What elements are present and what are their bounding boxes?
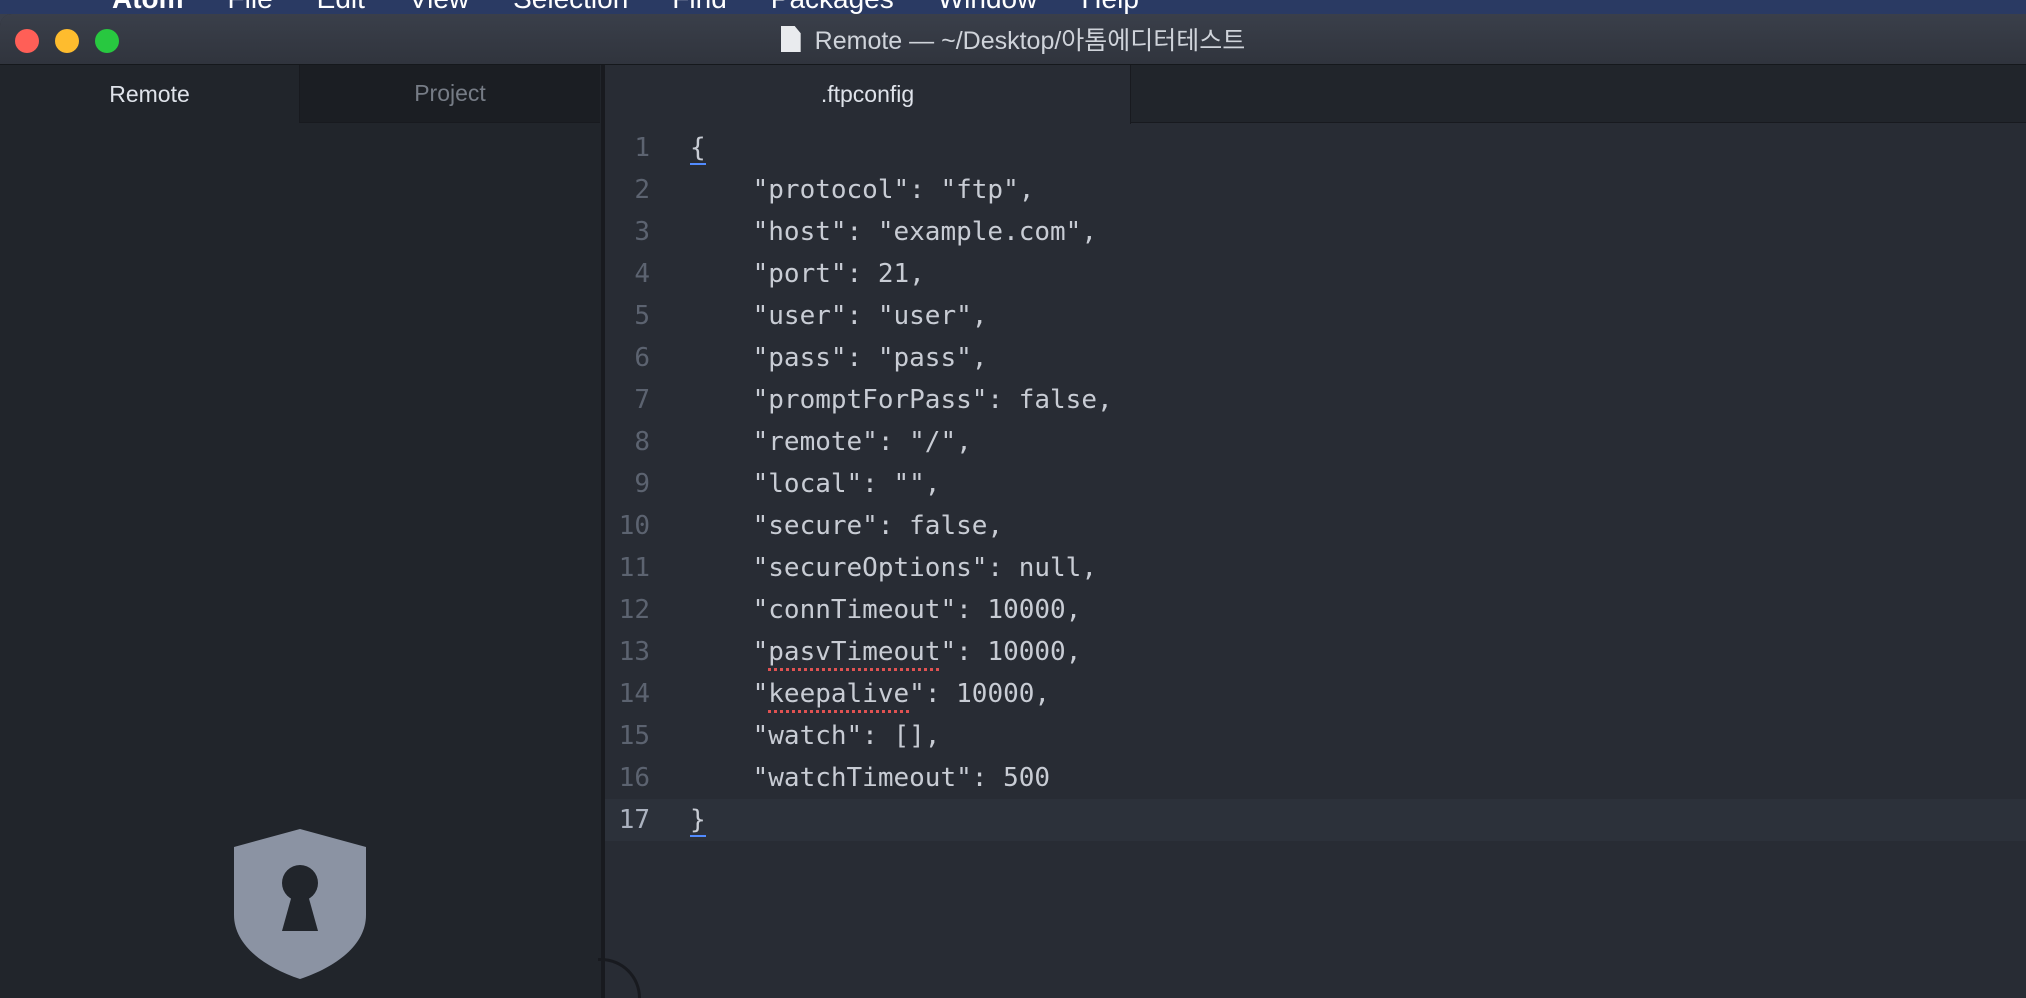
menu-file[interactable]: File <box>228 0 273 14</box>
code-line[interactable]: 12 "connTimeout": 10000, <box>605 589 2026 631</box>
line-text: "secure": false, <box>690 511 1004 541</box>
line-number: 1 <box>634 133 650 163</box>
document-icon <box>780 26 801 52</box>
tab-project[interactable]: Project <box>300 65 600 123</box>
code-line[interactable]: 5 "user": "user", <box>605 295 2026 337</box>
line-text: "promptForPass": false, <box>690 385 1113 415</box>
line-number: 15 <box>618 721 650 751</box>
code-line[interactable]: 2 "protocol": "ftp", <box>605 169 2026 211</box>
menu-find[interactable]: Find <box>672 0 726 14</box>
line-number: 4 <box>634 259 650 289</box>
code-line[interactable]: 11 "secureOptions": null, <box>605 547 2026 589</box>
line-text: "port": 21, <box>690 259 925 289</box>
macos-menu-bar: Atom File Edit View Selection Find Packa… <box>0 0 2026 14</box>
line-number: 13 <box>618 637 650 667</box>
editor-tab-bar: .ftpconfig <box>605 65 2026 124</box>
atom-window: Remote — ~/Desktop/아톰에디터테스트 Remote Proje… <box>0 14 2026 998</box>
menu-selection[interactable]: Selection <box>513 0 628 14</box>
menu-packages[interactable]: Packages <box>771 0 894 14</box>
menu-app-name[interactable]: Atom <box>112 0 184 14</box>
code-line[interactable]: 1{ <box>605 127 2026 169</box>
line-number: 3 <box>634 217 650 247</box>
line-number: 2 <box>634 175 650 205</box>
line-text: "pasvTimeout": 10000, <box>690 637 1082 667</box>
line-number: 14 <box>618 679 650 709</box>
dock-tab-bar: Remote Project <box>0 65 601 123</box>
line-number: 12 <box>618 595 650 625</box>
line-text: "user": "user", <box>690 301 988 331</box>
line-text: "local": "", <box>690 469 941 499</box>
line-number: 17 <box>618 805 650 835</box>
line-number: 16 <box>618 763 650 793</box>
menu-view[interactable]: View <box>409 0 469 14</box>
code-line[interactable]: 16 "watchTimeout": 500 <box>605 757 2026 799</box>
tab-remote[interactable]: Remote <box>0 65 300 123</box>
line-text: "watchTimeout": 500 <box>690 763 1051 793</box>
tab-ftpconfig[interactable]: .ftpconfig <box>605 65 1131 124</box>
line-number: 5 <box>634 301 650 331</box>
left-dock: Remote Project <box>0 65 605 998</box>
code-line[interactable]: 15 "watch": [], <box>605 715 2026 757</box>
window-title: Remote — ~/Desktop/아톰에디터테스트 <box>0 14 2026 64</box>
code-line[interactable]: 17} <box>605 799 2026 841</box>
line-text: "connTimeout": 10000, <box>690 595 1082 625</box>
line-number: 10 <box>618 511 650 541</box>
editor-pane: .ftpconfig 1{2 "protocol": "ftp", 3 "host… <box>605 65 2026 998</box>
code-line[interactable]: 6 "pass": "pass", <box>605 337 2026 379</box>
code-line[interactable]: 4 "port": 21, <box>605 253 2026 295</box>
window-title-text: Remote — ~/Desktop/아톰에디터테스트 <box>814 27 1246 55</box>
menu-edit[interactable]: Edit <box>317 0 365 14</box>
line-number: 9 <box>634 469 650 499</box>
code-line[interactable]: 9 "local": "", <box>605 463 2026 505</box>
line-text: } <box>690 805 706 837</box>
menu-window[interactable]: Window <box>938 0 1038 14</box>
code-line[interactable]: 3 "host": "example.com", <box>605 211 2026 253</box>
line-text: "secureOptions": null, <box>690 553 1097 583</box>
line-number: 7 <box>634 385 650 415</box>
line-text: "protocol": "ftp", <box>690 175 1035 205</box>
code-line[interactable]: 10 "secure": false, <box>605 505 2026 547</box>
code-area[interactable]: 1{2 "protocol": "ftp", 3 "host": "example… <box>605 127 2026 841</box>
line-text: "pass": "pass", <box>690 343 988 373</box>
code-line[interactable]: 8 "remote": "/", <box>605 421 2026 463</box>
line-text: "remote": "/", <box>690 427 972 457</box>
line-text: "host": "example.com", <box>690 217 1097 247</box>
code-line[interactable]: 13 "pasvTimeout": 10000, <box>605 631 2026 673</box>
shield-keyhole-icon <box>234 829 366 979</box>
code-line[interactable]: 14 "keepalive": 10000, <box>605 673 2026 715</box>
line-number: 11 <box>618 553 650 583</box>
title-bar[interactable]: Remote — ~/Desktop/아톰에디터테스트 <box>0 14 2026 65</box>
line-text: "watch": [], <box>690 721 941 751</box>
line-number: 6 <box>634 343 650 373</box>
line-text: "keepalive": 10000, <box>690 679 1051 709</box>
line-number: 8 <box>634 427 650 457</box>
code-line[interactable]: 7 "promptForPass": false, <box>605 379 2026 421</box>
line-text: { <box>690 133 706 165</box>
menu-help[interactable]: Help <box>1081 0 1139 14</box>
